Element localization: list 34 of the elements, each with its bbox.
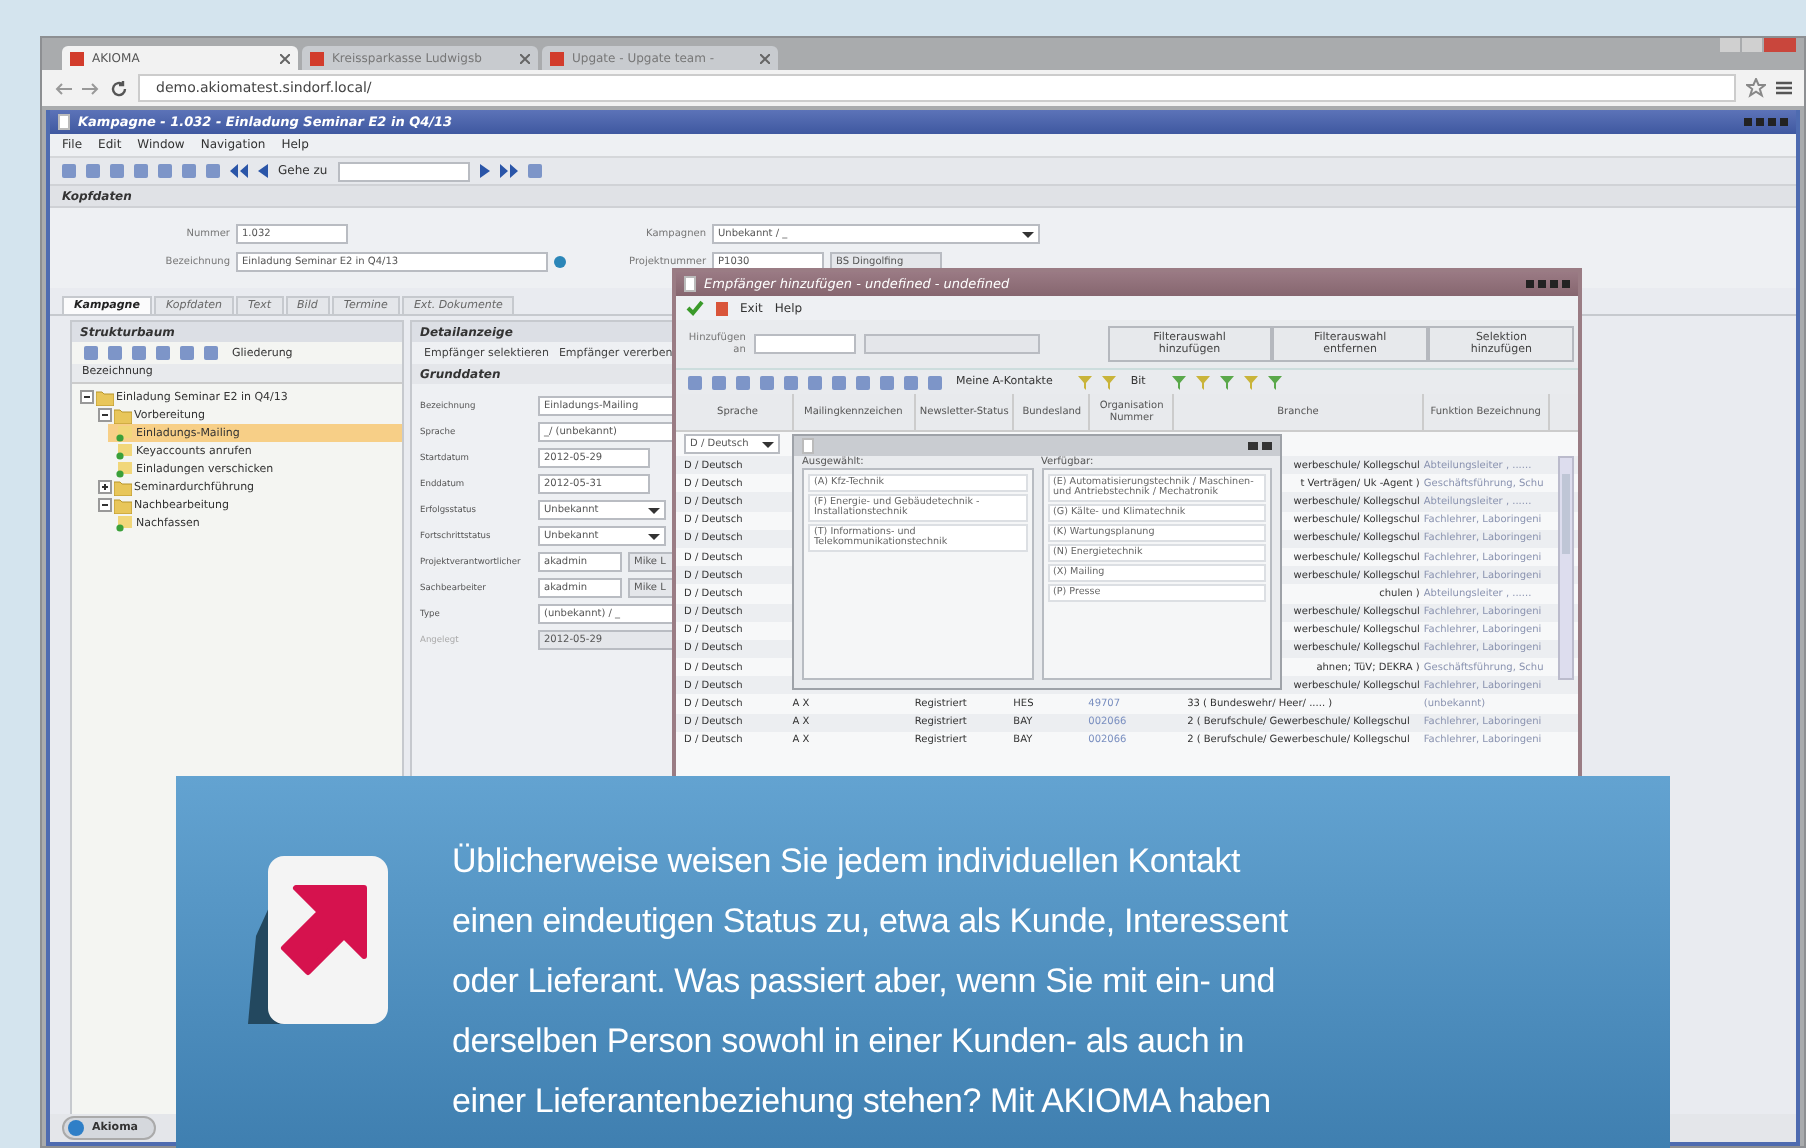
document-icon bbox=[802, 438, 814, 454]
close-icon[interactable] bbox=[520, 53, 530, 63]
expand-icon[interactable] bbox=[98, 480, 112, 494]
favicon-icon bbox=[70, 51, 84, 65]
menu-icon[interactable] bbox=[1776, 80, 1792, 96]
document-icon bbox=[58, 114, 70, 130]
goto-field[interactable] bbox=[337, 161, 470, 181]
document-icon bbox=[684, 276, 696, 292]
collapse-icon[interactable] bbox=[80, 390, 94, 404]
window-controls-icon[interactable] bbox=[1720, 38, 1796, 52]
favicon-icon bbox=[550, 51, 564, 65]
report-icon[interactable] bbox=[527, 164, 542, 178]
add-to-field[interactable] bbox=[753, 334, 857, 354]
back-icon[interactable] bbox=[54, 81, 72, 95]
star-icon[interactable] bbox=[1746, 78, 1766, 98]
exit-icon[interactable] bbox=[716, 301, 728, 315]
favicon-icon bbox=[310, 51, 324, 65]
close-icon[interactable] bbox=[760, 53, 770, 63]
reload-icon[interactable] bbox=[110, 79, 128, 97]
window-buttons-icon[interactable] bbox=[1248, 442, 1272, 450]
first-icon[interactable] bbox=[230, 164, 248, 178]
scrollbar[interactable] bbox=[1558, 456, 1574, 680]
collapse-icon[interactable] bbox=[98, 498, 112, 512]
collapse-icon[interactable] bbox=[98, 408, 112, 422]
check-icon[interactable] bbox=[686, 300, 704, 316]
last-icon[interactable] bbox=[499, 164, 518, 178]
close-icon[interactable] bbox=[280, 53, 290, 63]
next-icon[interactable] bbox=[479, 164, 490, 178]
task-icon bbox=[116, 515, 134, 531]
forward-icon[interactable] bbox=[82, 81, 100, 95]
globe-icon[interactable] bbox=[554, 256, 566, 268]
previous-icon[interactable] bbox=[258, 164, 268, 178]
callout-text: Üblicherweise weisen Sie jedem individuellen Kontakt einen eindeutigen Status zu, etwa als Kunde, Interessent oder Lieferant. Was passiert aber, wenn Sie mit ein- und derselben Person sowohl in einer Kunden- als auch in einer Lieferantenbeziehung stehen? Mit AKIOMA haben bbox=[452, 840, 1290, 1124]
window-buttons-icon[interactable] bbox=[1526, 280, 1570, 288]
